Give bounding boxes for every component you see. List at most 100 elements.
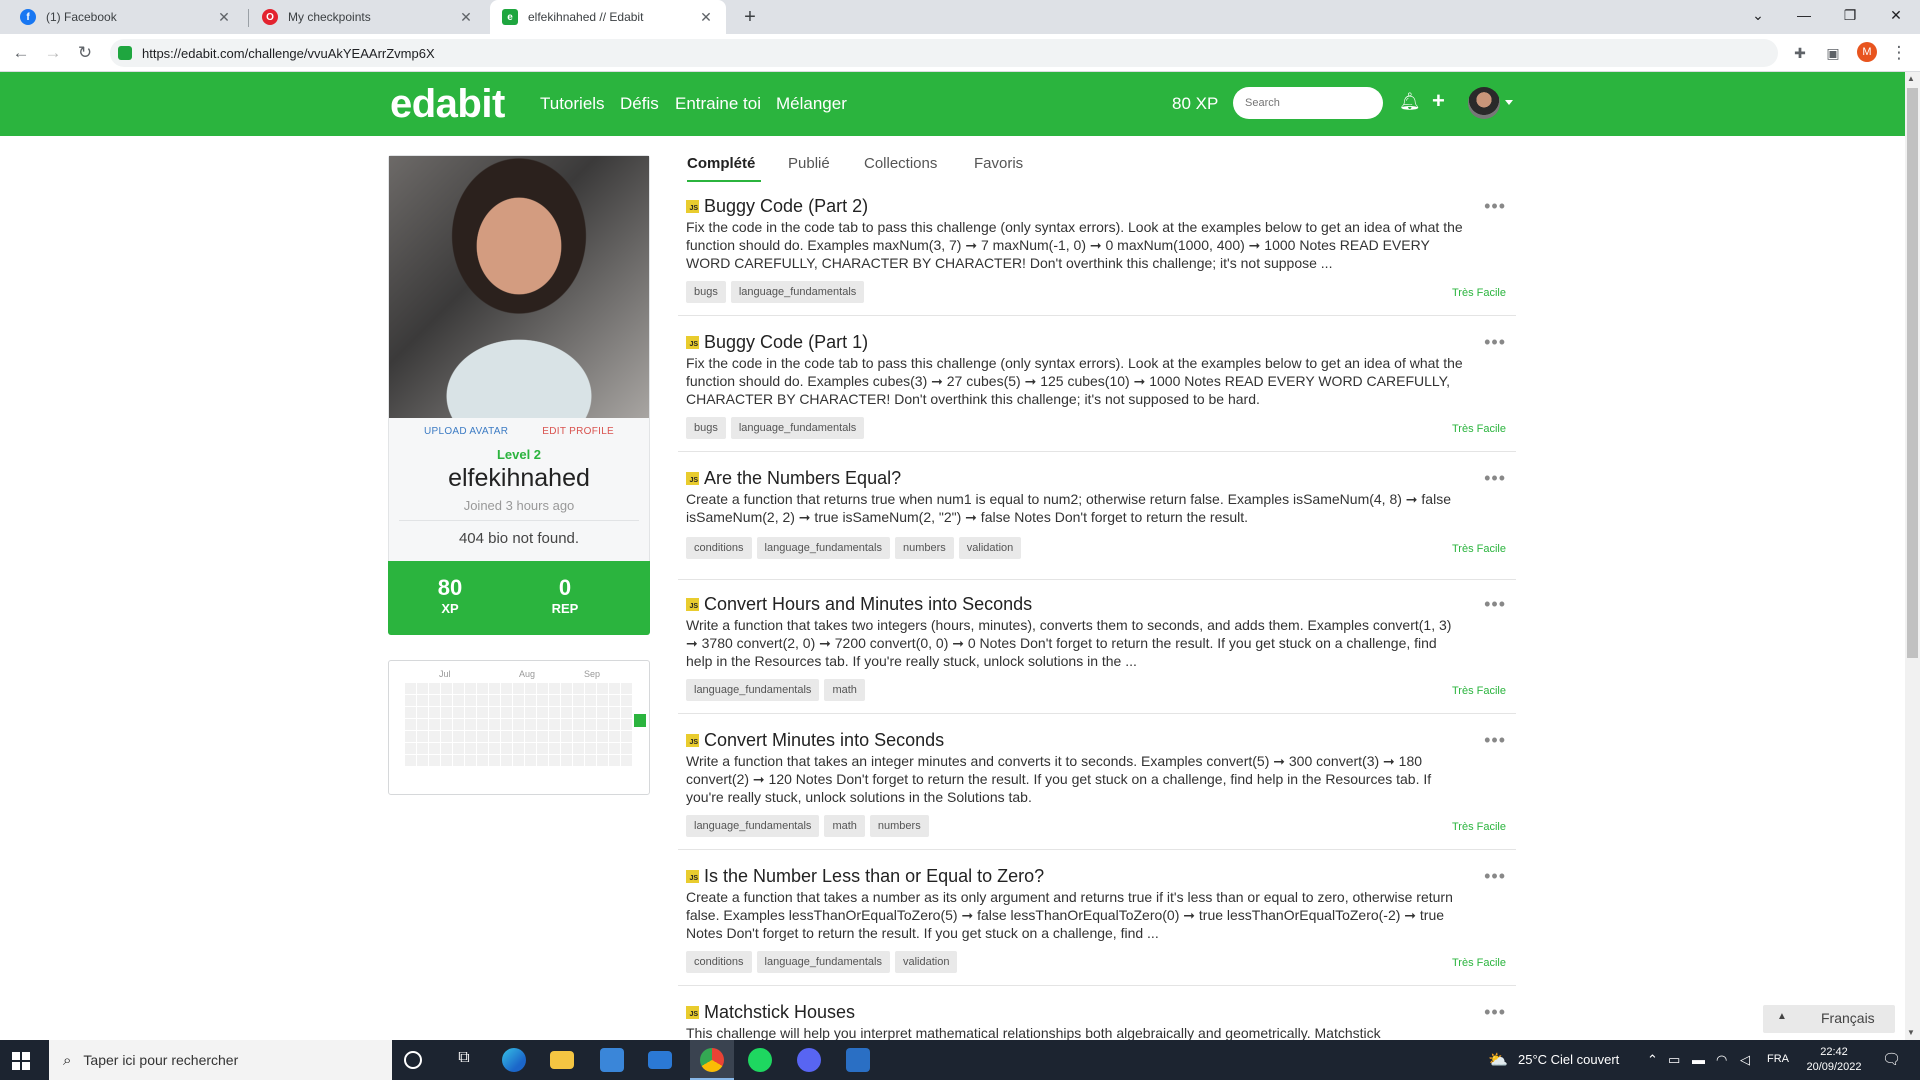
tag[interactable]: bugs	[686, 417, 726, 439]
taskbar-search[interactable]: ⌕ Taper ici pour rechercher	[49, 1040, 392, 1080]
tag[interactable]: math	[824, 815, 865, 837]
edabit-logo[interactable]: edabit	[390, 82, 505, 127]
minimize-button[interactable]: —	[1781, 0, 1827, 30]
tag[interactable]: numbers	[869, 815, 929, 837]
challenge-title[interactable]: JS Is the Number Less than or Equal to Ze…	[686, 866, 1044, 887]
language-selector[interactable]: ▲ Français	[1763, 1005, 1895, 1033]
edit-profile-link[interactable]: EDIT PROFILE	[542, 426, 614, 437]
challenge-item[interactable]: JS Matchstick Houses ••• This challenge wil…	[678, 1002, 1516, 1042]
tab-search-icon[interactable]: ⌄	[1735, 0, 1781, 30]
more-options-icon[interactable]: •••	[1484, 594, 1506, 615]
new-tab-button[interactable]: +	[738, 5, 762, 29]
browser-tab-facebook[interactable]: f (1) Facebook ✕	[8, 0, 244, 34]
challenge-item[interactable]: JS Buggy Code (Part 1) ••• Fix the code in …	[678, 332, 1516, 452]
site-info-icon[interactable]	[118, 46, 132, 60]
browser-tab-edabit[interactable]: e elfekihnahed // Edabit ✕	[490, 0, 726, 34]
weather-icon[interactable]: ⛅	[1488, 1050, 1508, 1070]
more-options-icon[interactable]: •••	[1484, 730, 1506, 751]
volume-icon[interactable]: ◁	[1740, 1052, 1750, 1068]
challenge-title[interactable]: JS Are the Numbers Equal?	[686, 468, 901, 489]
avatar[interactable]	[1468, 87, 1500, 119]
menu-icon[interactable]: ⋮	[1886, 40, 1912, 66]
tag[interactable]: validation	[894, 951, 958, 973]
tag[interactable]: language_fundamentals	[730, 281, 865, 303]
edge-icon[interactable]	[502, 1048, 526, 1072]
close-tab-icon[interactable]: ✕	[698, 9, 714, 26]
restore-button[interactable]: ❐	[1827, 0, 1873, 30]
tag[interactable]: numbers	[894, 537, 954, 559]
more-options-icon[interactable]: •••	[1484, 332, 1506, 353]
tab-favorites[interactable]: Favoris	[974, 155, 1023, 172]
tag[interactable]: bugs	[686, 281, 726, 303]
chrome-icon[interactable]	[700, 1048, 724, 1072]
more-options-icon[interactable]: •••	[1484, 1002, 1506, 1023]
tag[interactable]: conditions	[686, 537, 752, 559]
nav-link-practice[interactable]: Entraine toi	[675, 94, 761, 114]
challenge-item[interactable]: JS Convert Minutes into Seconds ••• Write a…	[678, 730, 1516, 850]
reload-icon[interactable]: ↻	[72, 40, 98, 66]
challenge-title[interactable]: JS Matchstick Houses	[686, 1002, 855, 1023]
nav-link-challenges[interactable]: Défis	[620, 94, 659, 114]
back-icon[interactable]: ←	[8, 40, 34, 66]
challenge-item[interactable]: JS Convert Hours and Minutes into Seconds…	[678, 594, 1516, 714]
tag[interactable]: language_fundamentals	[686, 815, 820, 837]
browser-tab-checkpoints[interactable]: O My checkpoints ✕	[250, 0, 486, 34]
wifi-icon[interactable]: ◠	[1716, 1052, 1727, 1068]
challenge-title[interactable]: JS Convert Hours and Minutes into Seconds	[686, 594, 1032, 615]
file-explorer-icon[interactable]	[550, 1051, 574, 1069]
windows-start-icon[interactable]	[12, 1052, 30, 1070]
challenge-item[interactable]: JS Buggy Code (Part 2) ••• Fix the code in …	[678, 196, 1516, 316]
tag[interactable]: language_fundamentals	[730, 417, 865, 439]
discord-icon[interactable]	[797, 1048, 821, 1072]
tag[interactable]: language_fundamentals	[756, 537, 890, 559]
bell-icon[interactable]: 🔔︎	[1399, 92, 1421, 112]
challenge-title[interactable]: JS Convert Minutes into Seconds	[686, 730, 944, 751]
weather-text[interactable]: 25°C Ciel couvert	[1518, 1052, 1619, 1067]
close-tab-icon[interactable]: ✕	[216, 9, 232, 26]
clock[interactable]: 22:42 20/09/2022	[1800, 1045, 1868, 1075]
tag[interactable]: language_fundamentals	[756, 951, 890, 973]
cortana-icon[interactable]	[404, 1051, 422, 1069]
scroll-down-icon[interactable]: ▼	[1907, 1028, 1915, 1037]
battery-icon[interactable]: ▬	[1692, 1052, 1705, 1067]
challenge-title[interactable]: JS Buggy Code (Part 1)	[686, 332, 868, 353]
close-window-button[interactable]: ✕	[1873, 0, 1919, 30]
extensions-icon[interactable]: ✚	[1787, 40, 1813, 66]
nav-link-shuffle[interactable]: Mélanger	[776, 94, 847, 114]
tag[interactable]: validation	[958, 537, 1022, 559]
challenge-item[interactable]: JS Is the Number Less than or Equal to Ze…	[678, 866, 1516, 986]
tag[interactable]: conditions	[686, 951, 752, 973]
mail-icon[interactable]	[648, 1051, 672, 1069]
input-language[interactable]: FRA	[1767, 1053, 1789, 1065]
challenge-title[interactable]: JS Buggy Code (Part 2)	[686, 196, 868, 217]
tab-collections[interactable]: Collections	[864, 155, 937, 172]
chevron-down-icon[interactable]	[1505, 100, 1513, 105]
tab-published[interactable]: Publié	[788, 155, 830, 172]
scrollbar-thumb[interactable]	[1907, 88, 1918, 658]
tag[interactable]: language_fundamentals	[686, 679, 820, 701]
challenge-item[interactable]: JS Are the Numbers Equal? ••• Create a func…	[678, 468, 1516, 580]
notifications-icon[interactable]: 🗨	[1882, 1050, 1901, 1068]
nav-link-tutorials[interactable]: Tutoriels	[540, 94, 605, 114]
heatmap-active-day[interactable]	[634, 714, 646, 727]
tag[interactable]: math	[824, 679, 865, 701]
search-input[interactable]	[1233, 87, 1383, 119]
close-tab-icon[interactable]: ✕	[458, 9, 474, 26]
side-panel-icon[interactable]: ▣	[1820, 40, 1846, 66]
forward-icon[interactable]: →	[40, 40, 66, 66]
more-options-icon[interactable]: •••	[1484, 866, 1506, 887]
browser-profile-avatar[interactable]: M	[1857, 42, 1877, 62]
scroll-up-icon[interactable]: ▲	[1907, 74, 1915, 83]
address-bar[interactable]: https://edabit.com/challenge/vvuAkYEAArr…	[110, 39, 1778, 67]
store-icon[interactable]	[600, 1048, 624, 1072]
more-options-icon[interactable]: •••	[1484, 468, 1506, 489]
spotify-icon[interactable]	[748, 1048, 772, 1072]
more-options-icon[interactable]: •••	[1484, 196, 1506, 217]
photos-icon[interactable]	[846, 1048, 870, 1072]
chevron-up-icon[interactable]: ⌃	[1647, 1052, 1658, 1068]
add-icon[interactable]: +	[1432, 88, 1445, 114]
tab-completed[interactable]: Complété	[687, 155, 755, 172]
upload-avatar-link[interactable]: UPLOAD AVATAR	[424, 426, 508, 437]
task-view-icon[interactable]: ⧉	[452, 1049, 476, 1073]
meet-icon[interactable]: ▭	[1668, 1052, 1680, 1068]
